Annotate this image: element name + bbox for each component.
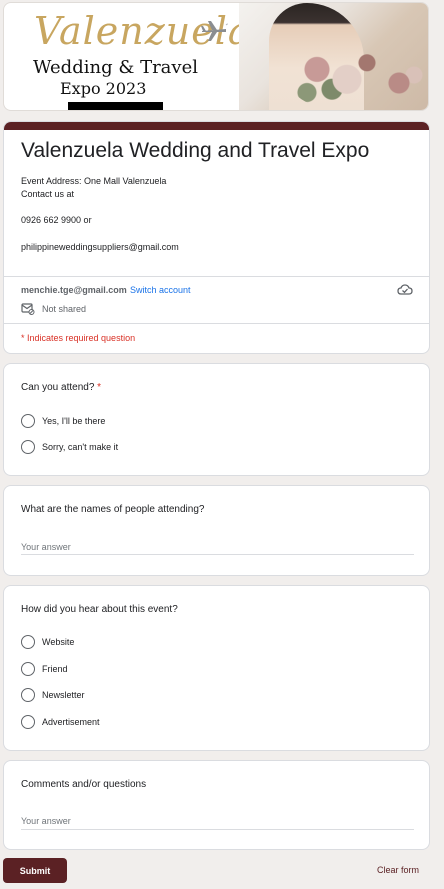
accent-bar (4, 122, 429, 130)
bouquet (287, 43, 387, 109)
question-card-comments: Comments and/or questions Your answer (3, 760, 430, 850)
option-label-website: Website (42, 637, 75, 647)
clear-form-button[interactable]: Clear form (377, 865, 419, 875)
option-label-friend: Friend (42, 664, 68, 674)
radio-friend[interactable] (21, 662, 35, 676)
event-address: Event Address: One Mall Valenzuela (21, 176, 167, 186)
comments-answer-input[interactable]: Your answer (21, 816, 71, 826)
radio-website[interactable] (21, 635, 35, 649)
question-title: Can you attend? * (21, 382, 102, 393)
form-header-card: Valenzuela Wedding and Travel Expo Event… (3, 121, 430, 354)
required-note: * Indicates required question (21, 333, 136, 343)
banner-black-bar (68, 102, 163, 110)
input-underline (21, 554, 414, 555)
not-shared-label: Not shared (42, 304, 87, 314)
bouquet-accent (379, 63, 428, 103)
names-answer-input[interactable]: Your answer (21, 542, 71, 552)
airplane-icon (201, 21, 228, 41)
account-email: menchie.tge@gmail.com (21, 285, 127, 295)
option-label-sorry: Sorry, can't make it (42, 442, 119, 452)
question-title: How did you hear about this event? (21, 604, 178, 615)
question-title: Comments and/or questions (21, 779, 147, 790)
header-banner-image: Valenzuela Wedding & Travel Expo 2023 (3, 2, 429, 111)
question-card-names: What are the names of people attending? … (3, 485, 430, 576)
radio-advertisement[interactable] (21, 715, 35, 729)
radio-yes[interactable] (21, 414, 35, 428)
not-shared-icon (21, 303, 35, 315)
divider (4, 323, 429, 324)
radio-newsletter[interactable] (21, 688, 35, 702)
submit-button[interactable]: Submit (3, 858, 67, 883)
form-title: Valenzuela Wedding and Travel Expo (21, 139, 370, 162)
option-label-advertisement: Advertisement (42, 717, 100, 727)
radio-sorry[interactable] (21, 440, 35, 454)
question-card-attend: Can you attend? * Yes, I'll be there Sor… (3, 363, 430, 476)
divider (4, 276, 429, 277)
contact-label: Contact us at (21, 189, 75, 199)
option-label-newsletter: Newsletter (42, 690, 85, 700)
option-label-yes: Yes, I'll be there (42, 416, 106, 426)
input-underline (21, 829, 414, 830)
banner-subtitle-line1: Wedding & Travel (33, 57, 198, 78)
bride-bouquet-photo (239, 3, 428, 110)
question-card-source: How did you hear about this event? Websi… (3, 585, 430, 751)
switch-account-link[interactable]: Switch account (130, 285, 191, 295)
banner-subtitle-line2: Expo 2023 (60, 79, 147, 98)
contact-phone: 0926 662 9900 or (21, 215, 92, 225)
cloud-saved-icon[interactable] (397, 283, 413, 297)
contact-email: philippineweddingsuppliers@gmail.com (21, 242, 179, 252)
question-title: What are the names of people attending? (21, 504, 205, 515)
